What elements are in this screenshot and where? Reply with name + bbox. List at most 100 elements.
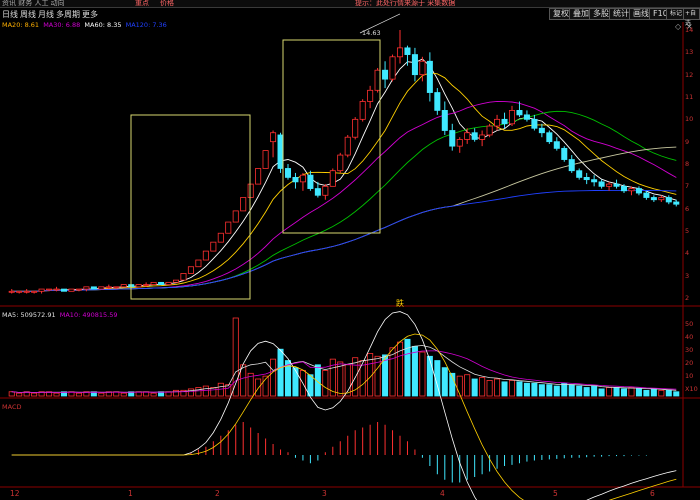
volume-bar [508,379,516,397]
candle-body [240,197,247,212]
candle-body [374,69,381,91]
volume-bar [606,387,613,397]
volume-bar [583,387,590,397]
candle-body [598,181,605,187]
volume-bar [635,388,642,397]
candle-body [628,188,635,192]
candle-body [665,197,672,203]
candle-body [620,185,628,192]
volume-tick-label: 30 [685,346,694,354]
macd-dif-line [11,311,677,500]
candle-body [359,101,366,120]
volume-bar [75,392,82,397]
candle-body [255,168,262,185]
stock-chart[interactable] [0,0,700,500]
candle-body [150,281,157,286]
candle-body [606,183,613,187]
volume-bar [628,387,635,397]
candle-body [523,114,530,120]
candle-body [232,210,239,223]
candle-body [158,281,165,286]
candle-body [322,185,329,196]
volume-tick-label: 10 [685,372,694,380]
candle-body [247,183,254,198]
volume-bar [31,392,38,397]
candle-body [531,118,538,129]
candle-body [441,110,448,131]
volume-bar [650,388,657,397]
candle-body [187,266,194,274]
candle-body [262,150,269,169]
candle-body [46,288,53,291]
volume-bar [195,387,202,397]
high-price-label: 14.63 [362,29,381,37]
price-tick-label: 11 [685,93,694,101]
date-tick-label: 1 [128,489,133,498]
candle-body [501,118,508,125]
candle-body [583,176,590,181]
candle-body [98,286,105,290]
volume-bar [322,370,329,397]
candle-body [367,89,374,102]
price-tick-label: 13 [685,48,694,57]
volume-bar [426,355,433,397]
candle-body [165,281,172,286]
volume-bar [210,387,217,397]
volume-bar [441,367,448,397]
candle-body [658,197,665,201]
volume-bar [523,382,530,397]
price-tick-label: 7 [685,182,690,191]
price-tick-label: 5 [685,227,690,235]
volume-ma5-line [11,345,677,393]
price-tick-label: 6 [685,204,690,213]
candle-body [546,132,553,143]
volume-bar [494,378,501,397]
candle-body [113,286,120,289]
volume-bar [553,385,560,397]
candle-body [225,221,232,234]
candle-body [389,56,396,80]
candle-body [277,134,284,169]
volume-bar [53,392,60,397]
selection-box-2 [282,39,381,234]
candle-body [568,159,575,172]
volume-bar [620,388,628,397]
candle-body [643,192,650,198]
candle-body [307,174,314,189]
volume-bar [172,389,180,397]
candle-body [456,139,463,147]
volume-bar [531,382,538,397]
candle-body [23,290,30,293]
candle-body [299,174,306,183]
candle-body [479,134,486,140]
candle-body [426,60,433,93]
candle-body [217,232,224,243]
candle-body [202,250,209,261]
ma20-line [11,100,677,292]
date-tick-label: 12 [10,489,20,498]
date-tick-label: 3 [322,489,327,498]
volume-bar [576,385,583,397]
candle-body [337,154,344,172]
candle-body [195,259,202,268]
volume-bar [665,389,672,397]
candle-body [486,125,493,136]
candle-body [553,141,560,149]
candle-body [180,273,187,281]
volume-bar [419,351,426,397]
candle-body [613,183,620,187]
price-tick-label: 10 [685,115,694,124]
date-tick-label: 5 [553,489,558,498]
candle-body [561,147,568,160]
volume-bar [456,375,463,397]
candle-body [8,290,15,293]
volume-bar [561,382,568,397]
candle-body [90,286,97,290]
candle-body [591,179,598,183]
volume-bar [643,389,650,397]
candle-body [314,188,321,196]
candle-body [83,286,90,290]
price-tick-label: 14 [685,26,694,34]
candle-body [105,286,112,289]
candle-body [576,170,583,178]
